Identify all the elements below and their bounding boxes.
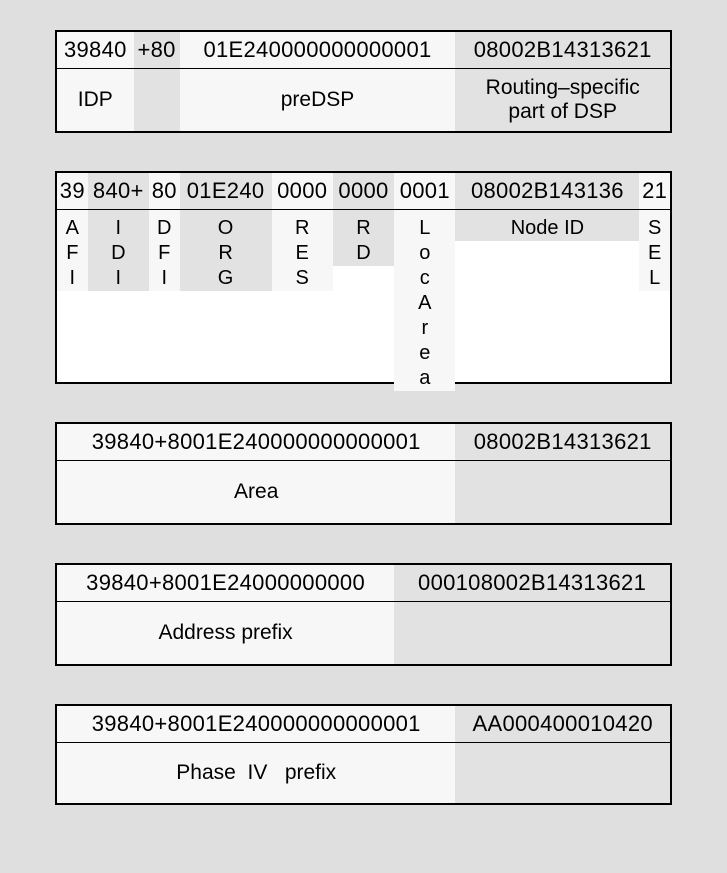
label-afi: AFI: [57, 210, 88, 291]
hex-seg: 39840: [57, 32, 134, 68]
hex-seg: 08002B14313621: [455, 32, 670, 68]
label-phase-iv-prefix: Phase IV prefix: [57, 743, 455, 803]
label-row: Address prefix: [57, 602, 670, 664]
label-address-prefix: Address prefix: [57, 602, 394, 664]
label-empty: [394, 602, 670, 664]
hex-row: 39840 +80 01E240000000000001 08002B14313…: [57, 32, 670, 69]
nsap-block-phase-iv-prefix: 39840+8001E240000000000001 AA00040001042…: [55, 704, 672, 805]
hex-seg: 0000: [333, 173, 394, 209]
hex-seg: 840+: [88, 173, 149, 209]
label-routing: Routing–specific part of DSP: [455, 69, 670, 131]
nsap-block-area: 39840+8001E240000000000001 08002B1431362…: [55, 422, 672, 525]
hex-row: 39840+8001E240000000000001 08002B1431362…: [57, 424, 670, 461]
label-row: AFI IDI DFI ORG RES RD LocArea Node ID S…: [57, 210, 670, 382]
label-nodeid: Node ID: [455, 210, 639, 241]
hex-seg: 01E240000000000001: [180, 32, 456, 68]
label-sel: SEL: [639, 210, 670, 291]
label-idp: IDP: [57, 69, 134, 131]
hex-seg: 08002B143136: [455, 173, 639, 209]
hex-seg: 39840+8001E24000000000: [57, 565, 394, 601]
hex-row: 39840+8001E240000000000001 AA00040001042…: [57, 706, 670, 743]
label-row: IDP preDSP Routing–specific part of DSP: [57, 69, 670, 131]
label-empty: [455, 461, 670, 523]
hex-seg: 39: [57, 173, 88, 209]
hex-seg: 08002B14313621: [455, 424, 670, 460]
label-locarea: LocArea: [394, 210, 455, 391]
label-org: ORG: [180, 210, 272, 291]
label-rd: RD: [333, 210, 394, 266]
hex-seg: 0001: [394, 173, 455, 209]
label-res: RES: [272, 210, 333, 291]
hex-seg: 000108002B14313621: [394, 565, 670, 601]
label-spacer: [134, 69, 180, 131]
hex-seg: 21: [639, 173, 670, 209]
hex-seg: 01E240: [180, 173, 272, 209]
hex-seg: +80: [134, 32, 180, 68]
label-area: Area: [57, 461, 455, 523]
label-idi: IDI: [88, 210, 149, 291]
label-empty: [455, 743, 670, 803]
label-row: Area: [57, 461, 670, 523]
hex-seg: AA000400010420: [455, 706, 670, 742]
label-dfi: DFI: [149, 210, 180, 291]
nsap-block-idp-dsp: 39840 +80 01E240000000000001 08002B14313…: [55, 30, 672, 133]
nsap-block-fields: 39 840+ 80 01E240 0000 0000 0001 08002B1…: [55, 171, 672, 384]
hex-seg: 0000: [272, 173, 333, 209]
label-predsp: preDSP: [180, 69, 456, 131]
label-row: Phase IV prefix: [57, 743, 670, 803]
hex-row: 39840+8001E24000000000 000108002B1431362…: [57, 565, 670, 602]
hex-row: 39 840+ 80 01E240 0000 0000 0001 08002B1…: [57, 173, 670, 210]
hex-seg: 39840+8001E240000000000001: [57, 706, 455, 742]
hex-seg: 80: [149, 173, 180, 209]
hex-seg: 39840+8001E240000000000001: [57, 424, 455, 460]
nsap-block-address-prefix: 39840+8001E24000000000 000108002B1431362…: [55, 563, 672, 666]
